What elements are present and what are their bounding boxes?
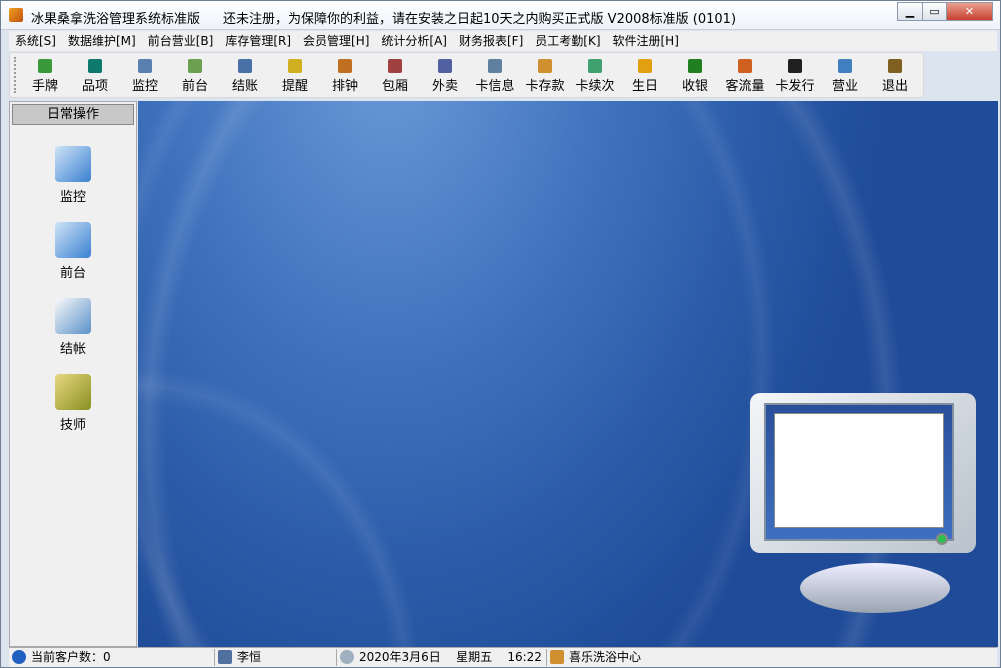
menu-item[interactable]: 数据维护[M]	[62, 31, 142, 51]
toolbar-button-label: 退出	[881, 79, 908, 94]
calculator-icon	[238, 59, 252, 73]
toolbar-button-label: 卡信息	[475, 79, 515, 94]
toolbar-button-label: 前台	[181, 79, 208, 94]
toolbar-button-label: 手牌	[31, 79, 58, 94]
toolbar-button-label: 提醒	[281, 79, 308, 94]
takeout-icon	[438, 59, 452, 73]
toolbar-button[interactable]: 卡发行	[770, 55, 820, 95]
panel-item-label: 监控	[59, 190, 86, 205]
panel-item-label: 前台	[59, 266, 86, 281]
menu-item[interactable]: 财务报表[F]	[453, 31, 529, 51]
toolbar-button-label: 结账	[231, 79, 258, 94]
menu-item[interactable]: 统计分析[A]	[375, 31, 453, 51]
panel-item[interactable]: 技师	[10, 374, 136, 433]
toolbar-button[interactable]: 卡存款	[520, 55, 570, 95]
toolbar-button[interactable]: 提醒	[270, 55, 320, 95]
toolbar-button-label: 外卖	[431, 79, 458, 94]
toolbar-button-label: 卡存款	[525, 79, 565, 94]
venue-name: 喜乐洗浴中心	[547, 649, 997, 666]
panel-item[interactable]: 结帐	[10, 298, 136, 357]
close-button[interactable]: ✕	[946, 2, 993, 21]
clock-icon	[340, 650, 354, 664]
card-renew-icon	[588, 59, 602, 73]
toolbar-button[interactable]: 监控	[120, 55, 170, 95]
bar-chart-icon	[738, 59, 752, 73]
toolbar-button[interactable]: 收银	[670, 55, 720, 95]
alarm-clock-icon	[288, 59, 302, 73]
maximize-button[interactable]: ▭	[922, 2, 947, 21]
toolbar-button-label: 排钟	[331, 79, 358, 94]
menu-item[interactable]: 库存管理[R]	[219, 31, 297, 51]
current-user: 李恒	[215, 649, 337, 666]
panel-item-label: 结帐	[59, 342, 86, 357]
menu-bar: 系统[S] 数据维护[M] 前台营业[B] 库存管理[R] 会员管理[H] 统计分析[A]…	[9, 31, 997, 51]
number-keypad-icon	[55, 374, 91, 410]
toolbar-button[interactable]: 前台	[170, 55, 220, 95]
desktop-background	[138, 101, 998, 647]
toolbar-button-label: 品项	[81, 79, 108, 94]
toolbar-button[interactable]: 客流量	[720, 55, 770, 95]
card-info-icon	[488, 59, 502, 73]
toolbar-button-label: 客流量	[725, 79, 765, 94]
exit-door-icon	[888, 59, 902, 73]
app-icon	[9, 8, 23, 22]
toolbar-button[interactable]: 外卖	[420, 55, 470, 95]
toolbar-button[interactable]: 品项	[70, 55, 120, 95]
monitor-graphic	[750, 393, 980, 623]
home-icon	[550, 650, 564, 664]
toolbar-button[interactable]: 退出	[870, 55, 920, 95]
database-icon	[88, 59, 102, 73]
panel-header: 日常操作	[12, 104, 134, 125]
main-window: 冰果桑拿洗浴管理系统标准版 还未注册，为保障你的利益，请在安装之日起10天之内购…	[0, 0, 1001, 668]
minimize-button[interactable]: ▁	[897, 2, 923, 21]
left-panel: 日常操作 监控前台结帐技师	[9, 101, 137, 647]
toolbar: 手牌 品项 监控 前台 结账 提醒 排钟 包厢 外卖 卡信息 卡存款 卡续次 生日 收银 客流量 卡发行 营业 退…	[9, 52, 924, 98]
hand-tag-icon	[38, 59, 52, 73]
menu-item[interactable]: 系统[S]	[9, 31, 62, 51]
menu-item[interactable]: 会员管理[H]	[297, 31, 375, 51]
toolbar-button-label: 卡发行	[775, 79, 815, 94]
toolbar-button[interactable]: 卡信息	[470, 55, 520, 95]
menu-item[interactable]: 软件注册[H]	[607, 31, 685, 51]
toolbar-button[interactable]: 手牌	[20, 55, 70, 95]
users-icon	[218, 650, 232, 664]
customer-count: 当前客户数：0	[9, 649, 215, 666]
window-title: 冰果桑拿洗浴管理系统标准版	[31, 12, 201, 27]
menu-item[interactable]: 前台营业[B]	[142, 31, 220, 51]
gift-icon	[638, 59, 652, 73]
toolbar-button-label: 包厢	[381, 79, 408, 94]
calendar-icon	[188, 59, 202, 73]
toolbar-button[interactable]: 结账	[220, 55, 270, 95]
toolbar-button[interactable]: 生日	[620, 55, 670, 95]
runner-icon	[788, 59, 802, 73]
room-icon	[388, 59, 402, 73]
toolbar-button[interactable]: 营业	[820, 55, 870, 95]
toolbar-button[interactable]: 卡续次	[570, 55, 620, 95]
panel-item-label: 技师	[59, 418, 86, 433]
menu-item[interactable]: 员工考勤[K]	[529, 31, 606, 51]
panel-item[interactable]: 前台	[10, 222, 136, 281]
computer-icon	[55, 222, 91, 258]
toolbar-button-label: 收银	[681, 79, 708, 94]
toolbar-grip[interactable]	[14, 57, 17, 93]
toolbar-button[interactable]: 排钟	[320, 55, 370, 95]
printer-icon	[55, 298, 91, 334]
toolbar-button-label: 生日	[631, 79, 658, 94]
info-icon	[12, 650, 26, 664]
card-deposit-icon	[538, 59, 552, 73]
registration-notice: 还未注册，为保障你的利益，请在安装之日起10天之内购买正式版 V2008标准版 …	[223, 12, 737, 27]
status-bar: 当前客户数：0 李恒 2020年3月6日 星期五 16:22 喜乐洗浴中心	[9, 647, 997, 667]
toolbar-button[interactable]: 包厢	[370, 55, 420, 95]
computer-icon	[55, 146, 91, 182]
toolbar-button-label: 营业	[831, 79, 858, 94]
toolbar-button-label: 监控	[131, 79, 158, 94]
grid-monitor-icon	[138, 59, 152, 73]
sliders-icon	[838, 59, 852, 73]
toolbar-button-label: 卡续次	[575, 79, 615, 94]
dollar-icon	[688, 59, 702, 73]
list-icon	[338, 59, 352, 73]
title-bar: 冰果桑拿洗浴管理系统标准版 还未注册，为保障你的利益，请在安装之日起10天之内购…	[1, 1, 1000, 30]
panel-item[interactable]: 监控	[10, 146, 136, 205]
datetime: 2020年3月6日 星期五 16:22	[337, 649, 547, 666]
